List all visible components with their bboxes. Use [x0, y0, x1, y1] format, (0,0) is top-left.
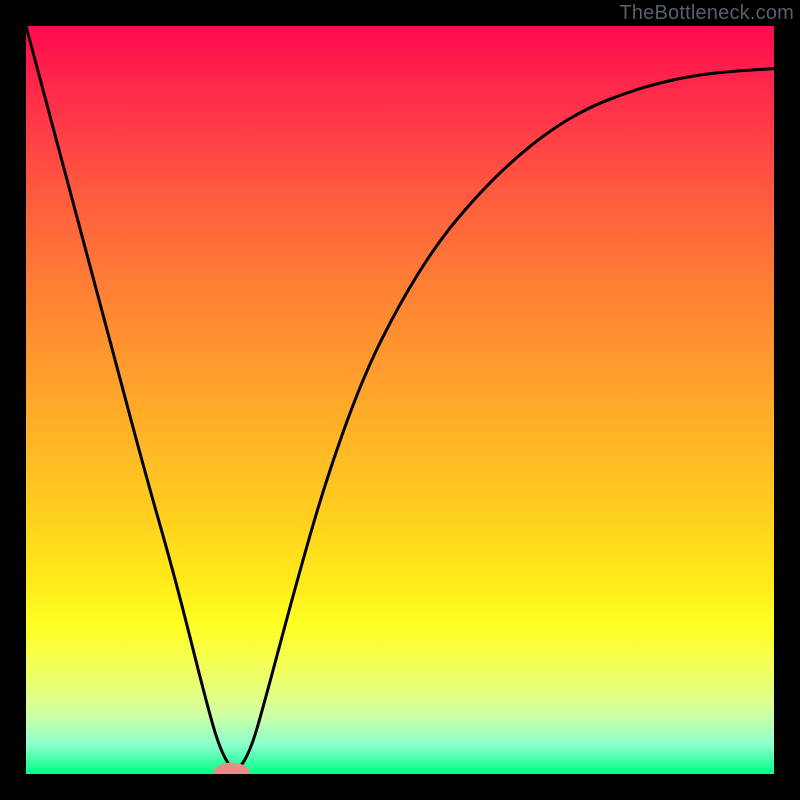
minimum-marker — [213, 763, 250, 774]
chart-svg — [26, 26, 774, 774]
watermark-text: TheBottleneck.com — [619, 2, 794, 25]
chart-frame — [26, 26, 774, 774]
bottleneck-curve — [26, 26, 774, 768]
